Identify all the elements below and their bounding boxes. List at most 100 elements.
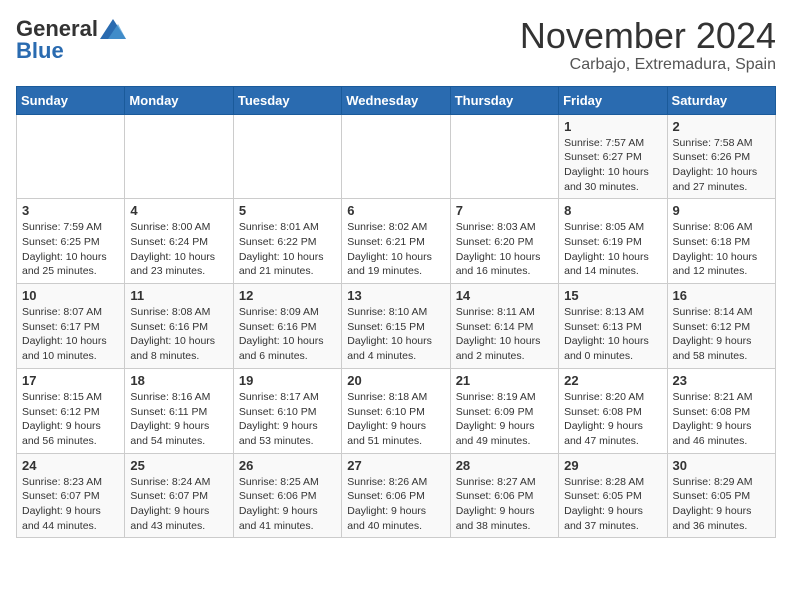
calendar-cell: 5Sunrise: 8:01 AMSunset: 6:22 PMDaylight… (233, 199, 341, 284)
day-info: Sunrise: 8:13 AMSunset: 6:13 PMDaylight:… (564, 305, 661, 364)
logo-blue-text: Blue (16, 38, 64, 64)
week-row-3: 10Sunrise: 8:07 AMSunset: 6:17 PMDayligh… (17, 284, 776, 369)
day-info: Sunrise: 8:28 AMSunset: 6:05 PMDaylight:… (564, 475, 661, 534)
day-info: Sunrise: 8:08 AMSunset: 6:16 PMDaylight:… (130, 305, 227, 364)
weekday-header-saturday: Saturday (667, 86, 775, 114)
day-number: 16 (673, 288, 770, 303)
day-info: Sunrise: 8:14 AMSunset: 6:12 PMDaylight:… (673, 305, 770, 364)
calendar-cell: 9Sunrise: 8:06 AMSunset: 6:18 PMDaylight… (667, 199, 775, 284)
calendar-cell: 26 Sunrise: 8:25 AMSunset: 6:06 PMDayligh… (233, 453, 341, 538)
day-info: Sunrise: 8:03 AMSunset: 6:20 PMDaylight:… (456, 220, 553, 279)
calendar-cell: 8 Sunrise: 8:05 AMSunset: 6:19 PMDaylight… (559, 199, 667, 284)
day-info: Sunrise: 8:29 AMSunset: 6:05 PMDaylight:… (673, 475, 770, 534)
day-number: 22 (564, 373, 661, 388)
day-number: 4 (130, 203, 227, 218)
title-block: November 2024 Carbajo, Extremadura, Spai… (520, 16, 776, 74)
day-number: 23 (673, 373, 770, 388)
calendar-cell: 13Sunrise: 8:10 AMSunset: 6:15 PMDayligh… (342, 284, 450, 369)
day-info: Sunrise: 8:02 AMSunset: 6:21 PMDaylight:… (347, 220, 444, 279)
day-info: Sunrise: 8:27 AMSunset: 6:06 PMDaylight:… (456, 475, 553, 534)
day-info: Sunrise: 8:26 AMSunset: 6:06 PMDaylight:… (347, 475, 444, 534)
day-info: Sunrise: 8:23 AMSunset: 6:07 PMDaylight:… (22, 475, 119, 534)
week-row-4: 17 Sunrise: 8:15 AMSunset: 6:12 PMDayligh… (17, 368, 776, 453)
calendar-cell: 7 Sunrise: 8:03 AMSunset: 6:20 PMDaylight… (450, 199, 558, 284)
weekday-header-wednesday: Wednesday (342, 86, 450, 114)
day-number: 25 (130, 458, 227, 473)
day-number: 2 (673, 119, 770, 134)
calendar-cell: 27 Sunrise: 8:26 AMSunset: 6:06 PMDayligh… (342, 453, 450, 538)
week-row-1: 1Sunrise: 7:57 AMSunset: 6:27 PMDaylight… (17, 114, 776, 199)
day-info: Sunrise: 8:21 AMSunset: 6:08 PMDaylight:… (673, 390, 770, 449)
day-number: 30 (673, 458, 770, 473)
calendar-cell: 6Sunrise: 8:02 AMSunset: 6:21 PMDaylight… (342, 199, 450, 284)
day-number: 13 (347, 288, 444, 303)
day-info: Sunrise: 8:15 AMSunset: 6:12 PMDaylight:… (22, 390, 119, 449)
calendar-cell: 21 Sunrise: 8:19 AMSunset: 6:09 PMDayligh… (450, 368, 558, 453)
day-info: Sunrise: 7:58 AMSunset: 6:26 PMDaylight:… (673, 136, 770, 195)
calendar-cell: 3 Sunrise: 7:59 AMSunset: 6:25 PMDaylight… (17, 199, 125, 284)
day-number: 29 (564, 458, 661, 473)
weekday-header-monday: Monday (125, 86, 233, 114)
location-subtitle: Carbajo, Extremadura, Spain (520, 56, 776, 74)
calendar-cell: 28 Sunrise: 8:27 AMSunset: 6:06 PMDayligh… (450, 453, 558, 538)
calendar-cell: 20 Sunrise: 8:18 AMSunset: 6:10 PMDayligh… (342, 368, 450, 453)
calendar-cell (450, 114, 558, 199)
day-info: Sunrise: 8:11 AMSunset: 6:14 PMDaylight:… (456, 305, 553, 364)
day-info: Sunrise: 8:20 AMSunset: 6:08 PMDaylight:… (564, 390, 661, 449)
day-number: 28 (456, 458, 553, 473)
calendar-cell: 17 Sunrise: 8:15 AMSunset: 6:12 PMDayligh… (17, 368, 125, 453)
logo: General Blue (16, 16, 126, 64)
calendar-cell: 22 Sunrise: 8:20 AMSunset: 6:08 PMDayligh… (559, 368, 667, 453)
day-info: Sunrise: 8:00 AMSunset: 6:24 PMDaylight:… (130, 220, 227, 279)
calendar-cell: 23 Sunrise: 8:21 AMSunset: 6:08 PMDayligh… (667, 368, 775, 453)
day-number: 19 (239, 373, 336, 388)
day-info: Sunrise: 8:19 AMSunset: 6:09 PMDaylight:… (456, 390, 553, 449)
day-number: 8 (564, 203, 661, 218)
calendar-cell: 19 Sunrise: 8:17 AMSunset: 6:10 PMDayligh… (233, 368, 341, 453)
calendar-cell (233, 114, 341, 199)
day-number: 7 (456, 203, 553, 218)
day-info: Sunrise: 7:59 AMSunset: 6:25 PMDaylight:… (22, 220, 119, 279)
weekday-header-friday: Friday (559, 86, 667, 114)
week-row-2: 3 Sunrise: 7:59 AMSunset: 6:25 PMDaylight… (17, 199, 776, 284)
day-number: 20 (347, 373, 444, 388)
calendar-cell: 12Sunrise: 8:09 AMSunset: 6:16 PMDayligh… (233, 284, 341, 369)
month-title: November 2024 (520, 16, 776, 56)
calendar-cell: 16 Sunrise: 8:14 AMSunset: 6:12 PMDayligh… (667, 284, 775, 369)
calendar-cell: 29 Sunrise: 8:28 AMSunset: 6:05 PMDayligh… (559, 453, 667, 538)
calendar-table: SundayMondayTuesdayWednesdayThursdayFrid… (16, 86, 776, 539)
day-number: 12 (239, 288, 336, 303)
calendar-cell: 1Sunrise: 7:57 AMSunset: 6:27 PMDaylight… (559, 114, 667, 199)
day-number: 21 (456, 373, 553, 388)
day-info: Sunrise: 8:17 AMSunset: 6:10 PMDaylight:… (239, 390, 336, 449)
day-number: 15 (564, 288, 661, 303)
day-number: 26 (239, 458, 336, 473)
calendar-cell: 25 Sunrise: 8:24 AMSunset: 6:07 PMDayligh… (125, 453, 233, 538)
day-number: 14 (456, 288, 553, 303)
day-number: 27 (347, 458, 444, 473)
calendar-cell: 4 Sunrise: 8:00 AMSunset: 6:24 PMDaylight… (125, 199, 233, 284)
calendar-cell (17, 114, 125, 199)
calendar-cell: 14 Sunrise: 8:11 AMSunset: 6:14 PMDayligh… (450, 284, 558, 369)
day-info: Sunrise: 8:24 AMSunset: 6:07 PMDaylight:… (130, 475, 227, 534)
day-number: 24 (22, 458, 119, 473)
logo-icon (100, 19, 126, 39)
page-header: General Blue November 2024 Carbajo, Extr… (16, 16, 776, 74)
weekday-header-tuesday: Tuesday (233, 86, 341, 114)
day-number: 17 (22, 373, 119, 388)
day-info: Sunrise: 8:25 AMSunset: 6:06 PMDaylight:… (239, 475, 336, 534)
day-info: Sunrise: 8:05 AMSunset: 6:19 PMDaylight:… (564, 220, 661, 279)
calendar-cell (125, 114, 233, 199)
day-number: 1 (564, 119, 661, 134)
calendar-cell (342, 114, 450, 199)
weekday-header-sunday: Sunday (17, 86, 125, 114)
day-info: Sunrise: 8:18 AMSunset: 6:10 PMDaylight:… (347, 390, 444, 449)
weekday-header-row: SundayMondayTuesdayWednesdayThursdayFrid… (17, 86, 776, 114)
calendar-cell: 15 Sunrise: 8:13 AMSunset: 6:13 PMDayligh… (559, 284, 667, 369)
day-number: 3 (22, 203, 119, 218)
calendar-cell: 2 Sunrise: 7:58 AMSunset: 6:26 PMDaylight… (667, 114, 775, 199)
day-number: 10 (22, 288, 119, 303)
calendar-cell: 30 Sunrise: 8:29 AMSunset: 6:05 PMDayligh… (667, 453, 775, 538)
week-row-5: 24 Sunrise: 8:23 AMSunset: 6:07 PMDayligh… (17, 453, 776, 538)
day-info: Sunrise: 8:06 AMSunset: 6:18 PMDaylight:… (673, 220, 770, 279)
